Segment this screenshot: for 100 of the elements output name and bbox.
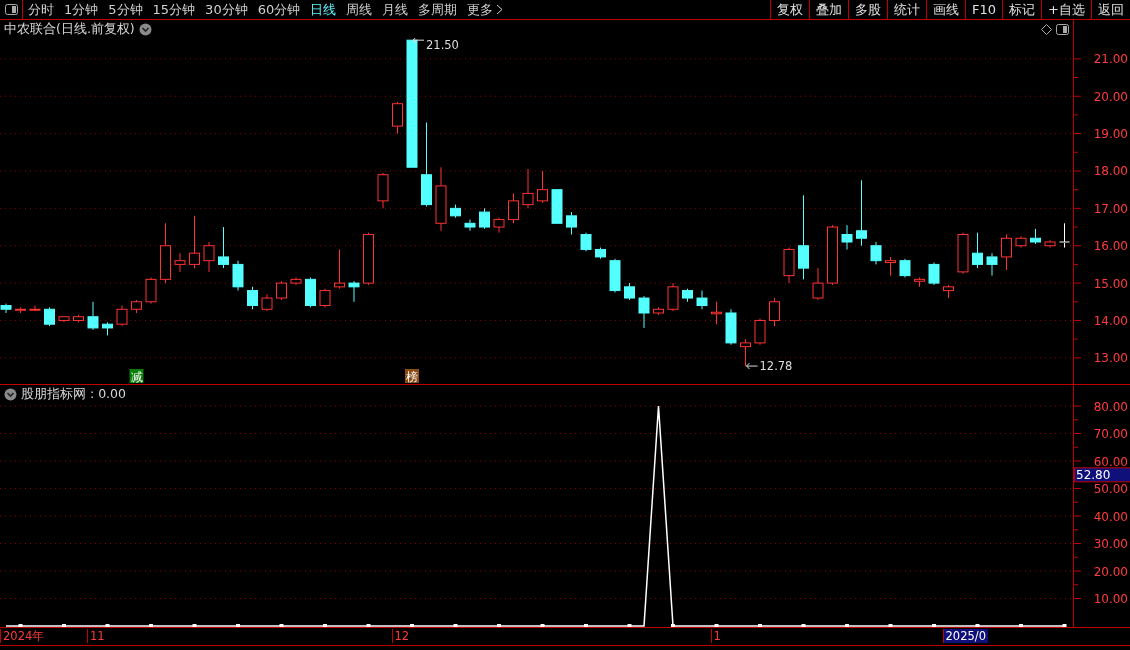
pointer-arrow-icon xyxy=(412,38,425,44)
toolbar-button[interactable]: 多股 xyxy=(848,0,888,19)
period-tab[interactable]: 日线 xyxy=(305,0,342,19)
candlestick xyxy=(696,290,708,310)
candlestick xyxy=(377,172,389,209)
candlestick xyxy=(580,232,592,252)
period-tab[interactable]: 月线 xyxy=(377,0,414,19)
candlestick xyxy=(638,295,650,329)
axis-label: 20.00 xyxy=(1093,564,1128,579)
data-point xyxy=(279,624,284,627)
cursor-date-label: 2025/0 xyxy=(942,629,988,643)
period-tab[interactable]: 多周期 xyxy=(413,0,463,19)
candlestick xyxy=(479,207,490,230)
period-tab[interactable]: 1分钟 xyxy=(59,0,104,19)
period-tab[interactable]: 周线 xyxy=(341,0,378,19)
price-label: 12.78 xyxy=(759,359,793,374)
period-tab[interactable]: 30分钟 xyxy=(200,0,253,19)
candlestick xyxy=(73,314,84,323)
candlestick xyxy=(667,282,679,312)
axis-label: 15.00 xyxy=(1093,276,1128,291)
data-point xyxy=(975,624,980,627)
toolbar-button[interactable]: 返回 xyxy=(1091,0,1130,19)
toolbar-button[interactable]: 标记 xyxy=(1002,0,1042,19)
data-point xyxy=(62,624,66,627)
candlestick xyxy=(305,277,316,308)
date-label: 12 xyxy=(391,629,412,643)
data-point xyxy=(366,624,371,627)
candlestick xyxy=(464,219,476,232)
axis-label: 80.00 xyxy=(1093,399,1128,414)
date-label: 2024年 xyxy=(0,629,47,643)
sidebar-toggle-icon[interactable] xyxy=(4,4,18,15)
candlestick xyxy=(363,232,374,286)
candlestick xyxy=(232,260,244,292)
data-point xyxy=(497,624,501,627)
candlestick xyxy=(1001,234,1012,271)
more-menu[interactable]: 更多 xyxy=(462,0,509,19)
candlestick xyxy=(58,316,70,323)
candlestick xyxy=(769,297,780,327)
data-point xyxy=(192,624,197,627)
data-point xyxy=(540,624,545,627)
axis-label: 50.00 xyxy=(1093,482,1128,496)
period-tab[interactable]: 分时 xyxy=(23,0,59,19)
data-point xyxy=(18,624,23,627)
date-label: 1 xyxy=(710,629,723,643)
candlestick xyxy=(87,301,99,331)
data-point xyxy=(323,624,327,627)
candlestick xyxy=(189,215,200,269)
toolbar-button[interactable]: 统计 xyxy=(887,0,927,19)
candlestick xyxy=(102,321,113,336)
period-tab[interactable]: 60分钟 xyxy=(252,0,306,19)
dropdown-icon[interactable] xyxy=(4,387,17,401)
candlestick xyxy=(290,277,302,286)
candlestick xyxy=(928,262,940,286)
data-point xyxy=(1019,624,1023,627)
toolbar-button[interactable]: +自选 xyxy=(1041,0,1091,19)
data-point xyxy=(671,624,675,627)
candlestick xyxy=(493,217,505,234)
diamond-icon[interactable] xyxy=(1041,23,1052,35)
candlestick xyxy=(160,222,171,284)
axis-label: 60.00 xyxy=(1093,454,1128,469)
candlestick xyxy=(450,204,461,219)
value-marker: 52.80 xyxy=(1074,467,1130,483)
dropdown-icon[interactable] xyxy=(138,22,152,36)
axis-label: 30.00 xyxy=(1093,537,1128,551)
candlestick xyxy=(319,288,331,308)
candlestick xyxy=(0,303,12,314)
period-tab[interactable]: 5分钟 xyxy=(103,0,148,19)
candlestick xyxy=(508,192,519,224)
candlestick xyxy=(740,338,751,367)
candlestick xyxy=(856,179,867,247)
data-point xyxy=(453,624,458,627)
toolbar-button[interactable]: 叠加 xyxy=(809,0,849,19)
toolbar-button[interactable]: 复权 xyxy=(770,0,810,19)
candlestick xyxy=(203,241,215,273)
candlestick xyxy=(725,308,737,346)
axis-label: 20.00 xyxy=(1093,89,1128,104)
candlestick xyxy=(522,168,534,209)
candlestick xyxy=(841,224,853,250)
period-tab[interactable]: 15分钟 xyxy=(147,0,201,19)
candlestick xyxy=(276,280,287,301)
candlestick xyxy=(711,301,722,325)
candlestick xyxy=(899,258,911,278)
candlestick xyxy=(44,306,55,327)
candlestick xyxy=(15,306,26,314)
candlestick xyxy=(566,211,577,235)
candlestick xyxy=(609,258,621,293)
candlestick xyxy=(29,305,41,312)
candlestick xyxy=(261,293,273,312)
toolbar-button[interactable]: 画线 xyxy=(926,0,966,19)
candlestick xyxy=(392,101,403,135)
data-point xyxy=(584,624,588,627)
price-label: 21.50 xyxy=(426,38,459,53)
axis-label: 16.00 xyxy=(1093,239,1128,254)
data-point xyxy=(627,624,632,627)
candlestick xyxy=(986,252,998,277)
candlestick xyxy=(870,241,882,265)
toolbar-button[interactable]: F10 xyxy=(965,0,1003,19)
axis-label: 40.00 xyxy=(1093,509,1128,524)
panel-toggle-icon[interactable] xyxy=(1056,23,1069,35)
candlestick xyxy=(943,284,954,299)
